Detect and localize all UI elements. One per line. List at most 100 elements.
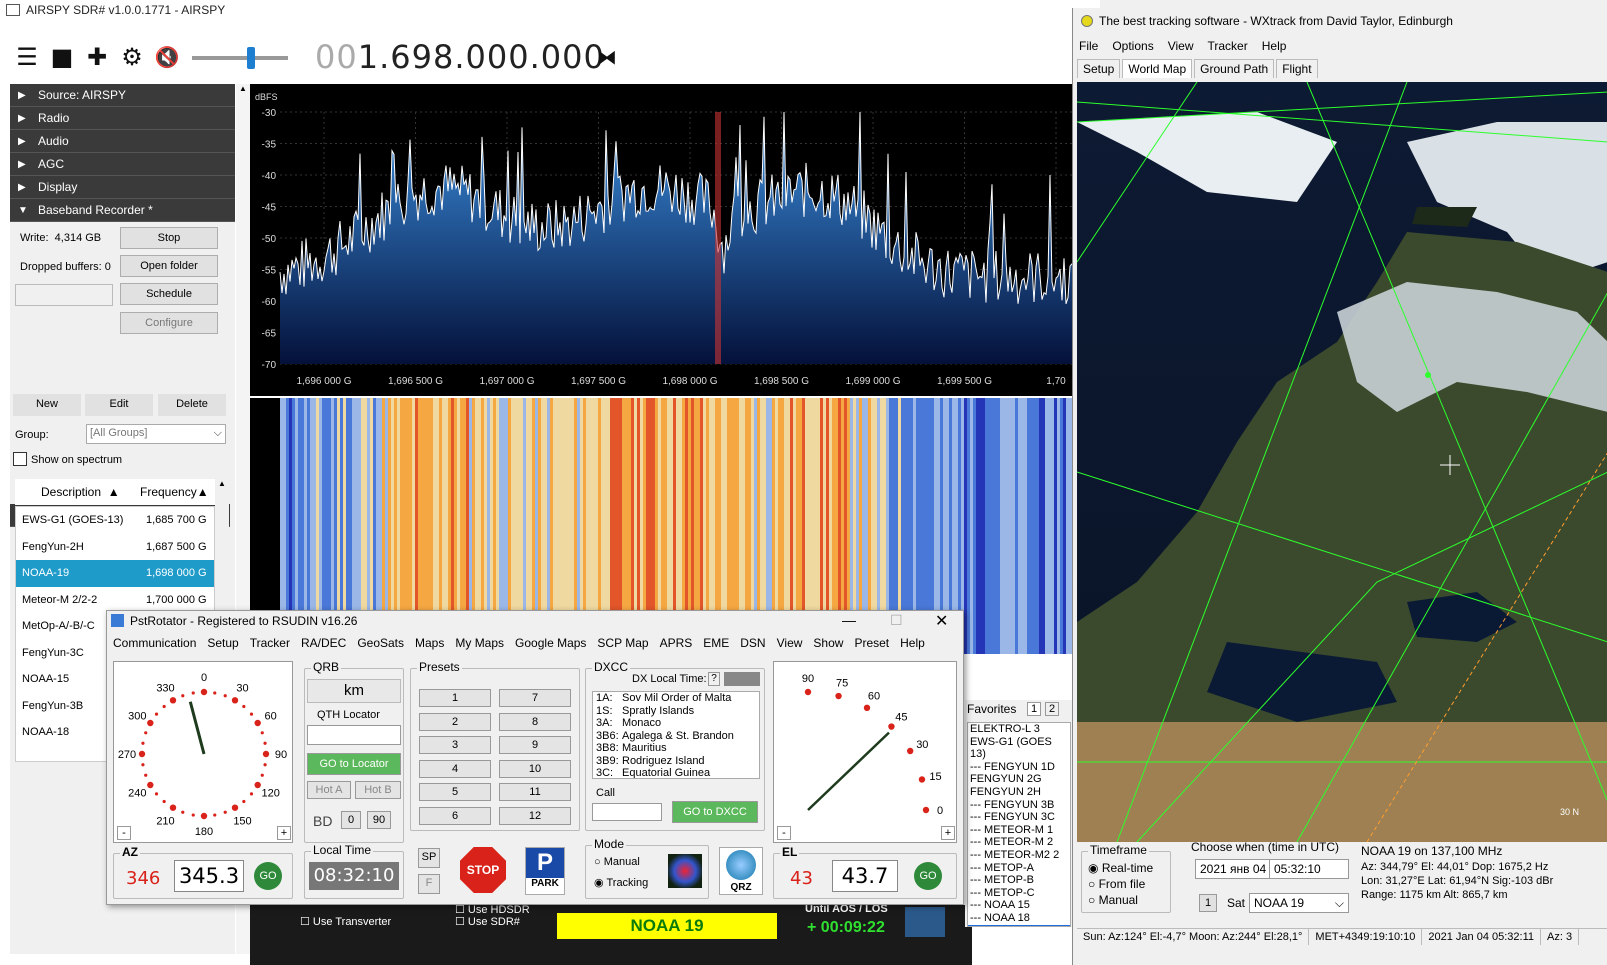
pst-menu-item[interactable]: View: [777, 636, 803, 650]
dxcc-item[interactable]: 3A: Monaco: [593, 717, 759, 730]
tab-1[interactable]: World Map: [1122, 59, 1193, 78]
favorite-item[interactable]: --- NOAA 18: [968, 912, 1070, 925]
favorite-item[interactable]: --- METEOR-M 2: [968, 836, 1070, 849]
dxcc-item[interactable]: 3B6: Agalega & St. Brandon: [593, 730, 759, 743]
volume-thumb[interactable]: [247, 47, 255, 69]
section-header-5[interactable]: ▼ Baseband Recorder *: [10, 199, 235, 222]
sp-button[interactable]: SP: [418, 848, 440, 868]
pst-menu-item[interactable]: My Maps: [455, 636, 504, 650]
schedule-button[interactable]: Schedule: [120, 283, 218, 305]
pst-menu-item[interactable]: SCP Map: [597, 636, 648, 650]
pst-menu-item[interactable]: GeoSats: [357, 636, 404, 650]
new-button[interactable]: New: [13, 394, 81, 416]
tuning-marker[interactable]: [715, 112, 721, 364]
el-plus-button[interactable]: +: [941, 826, 955, 840]
preset-button-3[interactable]: 3: [419, 736, 491, 754]
pst-menu-item[interactable]: Show: [813, 636, 843, 650]
el-dial[interactable]: 90 75 60 45 30 15 0 - +: [773, 661, 957, 843]
favorite-item[interactable]: --- METOP-A: [968, 862, 1070, 875]
pst-menu-item[interactable]: Setup: [207, 636, 238, 650]
show-on-spectrum-check[interactable]: Show on spectrum: [13, 452, 122, 466]
section-header-4[interactable]: ▶ Display: [10, 176, 235, 199]
preset-button-4[interactable]: 4: [419, 759, 491, 778]
pst-menu-item[interactable]: Communication: [113, 636, 196, 650]
favorite-item[interactable]: FENGYUN 2H: [968, 786, 1070, 799]
pst-menu-item[interactable]: Maps: [415, 636, 444, 650]
volume-slider[interactable]: [192, 47, 288, 69]
tracking-radio[interactable]: ◉ Tracking: [594, 876, 648, 889]
tab-0[interactable]: Setup: [1077, 59, 1121, 78]
az-value[interactable]: 345.3: [174, 860, 244, 892]
open-folder-button[interactable]: Open folder: [120, 255, 218, 277]
pst-menu-item[interactable]: Tracker: [250, 636, 290, 650]
qth-input[interactable]: [307, 725, 401, 745]
gear-icon[interactable]: ⚙: [117, 42, 147, 72]
pst-menu-item[interactable]: Preset: [854, 636, 889, 650]
close-icon[interactable]: ✕: [935, 611, 948, 631]
el-minus-button[interactable]: -: [777, 826, 791, 840]
az-plus-button[interactable]: +: [277, 826, 291, 840]
favorite-item[interactable]: FENGYUN 2G: [968, 773, 1070, 786]
hot-a-button[interactable]: Hot A: [307, 781, 351, 799]
group-select[interactable]: [All Groups] ⌵: [86, 424, 226, 444]
stop-button[interactable]: Stop: [120, 227, 218, 249]
tune-step-icon[interactable]: ⧓: [592, 42, 622, 72]
el-value[interactable]: 43.7: [832, 860, 898, 892]
preset-button-7[interactable]: 7: [499, 689, 571, 707]
pst-menu-item[interactable]: RA/DEC: [301, 636, 346, 650]
bd-90-button[interactable]: 90: [367, 811, 391, 829]
sat-select[interactable]: NOAA 19 ⌵: [1249, 893, 1349, 913]
menu-item-view[interactable]: View: [1168, 39, 1194, 53]
section-header-0[interactable]: ▶ Source: AIRSPY: [10, 84, 235, 107]
favorite-item[interactable]: --- FENGYUN 3C: [968, 811, 1070, 824]
favorites-tab-2[interactable]: 2: [1045, 702, 1059, 716]
dxcc-item[interactable]: 1S: Spratly Islands: [593, 705, 759, 718]
favorite-item[interactable]: --- FENGYUN 3B: [968, 799, 1070, 812]
stop-button[interactable]: STOP: [460, 847, 506, 893]
go-to-dxcc-button[interactable]: GO to DXCC: [672, 801, 758, 823]
go-to-locator-button[interactable]: GO to Locator: [307, 753, 401, 775]
az-dial[interactable]: 0 30 60 90 120 150 180 210 240 270 300 330 - +: [113, 661, 293, 843]
dxcc-list[interactable]: 1A: Sov Mil Order of Malta 1S: Spratly Isla…: [592, 691, 760, 779]
menu-item-tracker[interactable]: Tracker: [1208, 39, 1248, 53]
frequency-display[interactable]: 001.698.000.000: [315, 38, 605, 76]
menu-item-options[interactable]: Options: [1112, 39, 1153, 53]
f-button[interactable]: F: [418, 874, 440, 894]
favorites-list[interactable]: ELEKTRO-L 3 EWS-G1 (GOES 13) --- FENGYUN 1…: [967, 722, 1071, 927]
help-button[interactable]: ?: [708, 672, 720, 686]
col-description[interactable]: Description ▲: [41, 479, 120, 505]
pst-menu-item[interactable]: APRS: [660, 636, 693, 650]
dxcc-item[interactable]: 3B8: Mauritius: [593, 742, 759, 755]
tab-3[interactable]: Flight: [1276, 59, 1318, 78]
favorite-item[interactable]: --- METOP-C: [968, 887, 1070, 900]
add-icon[interactable]: ✚: [82, 42, 112, 72]
favorite-item[interactable]: NOAA 19: [968, 924, 1070, 926]
favorite-item[interactable]: EWS-G1 (GOES 13): [968, 736, 1070, 761]
stop-icon[interactable]: ■: [47, 42, 77, 72]
list-item[interactable]: EWS-G1 (GOES-13) 1,685 700 G: [16, 507, 214, 534]
maximize-icon[interactable]: ☐: [890, 612, 903, 629]
checkbox[interactable]: [13, 452, 27, 466]
section-header-3[interactable]: ▶ AGC: [10, 153, 235, 176]
section-header-2[interactable]: ▶ Audio: [10, 130, 235, 153]
favorite-item[interactable]: --- METEOR-M 1: [968, 824, 1070, 837]
edit-button[interactable]: Edit: [85, 394, 153, 416]
qrz-button[interactable]: QRZ: [719, 847, 763, 895]
dxcc-item[interactable]: 3B9: Rodriguez Island: [593, 755, 759, 768]
pst-menu-item[interactable]: DSN: [740, 636, 765, 650]
pst-menu-item[interactable]: EME: [703, 636, 729, 650]
preset-button-12[interactable]: 12: [499, 806, 571, 825]
section-header-1[interactable]: ▶ Radio: [10, 107, 235, 130]
time-spinner[interactable]: 05:32:10: [1269, 859, 1349, 879]
preset-button-6[interactable]: 6: [419, 806, 491, 825]
use-sdr-check[interactable]: ☐ Use SDR#: [455, 915, 520, 928]
hot-b-button[interactable]: Hot B: [355, 781, 401, 799]
az-go-button[interactable]: GO: [254, 862, 282, 890]
favorite-item[interactable]: --- METEOR-M2 2: [968, 849, 1070, 862]
favorite-item[interactable]: --- NOAA 15: [968, 899, 1070, 912]
preset-button-11[interactable]: 11: [499, 783, 571, 801]
step-button[interactable]: 1: [1199, 894, 1217, 912]
configure-button[interactable]: Configure: [120, 312, 218, 334]
bd-0-button[interactable]: 0: [341, 811, 361, 829]
list-item[interactable]: FengYun-2H 1,687 500 G: [16, 534, 214, 561]
